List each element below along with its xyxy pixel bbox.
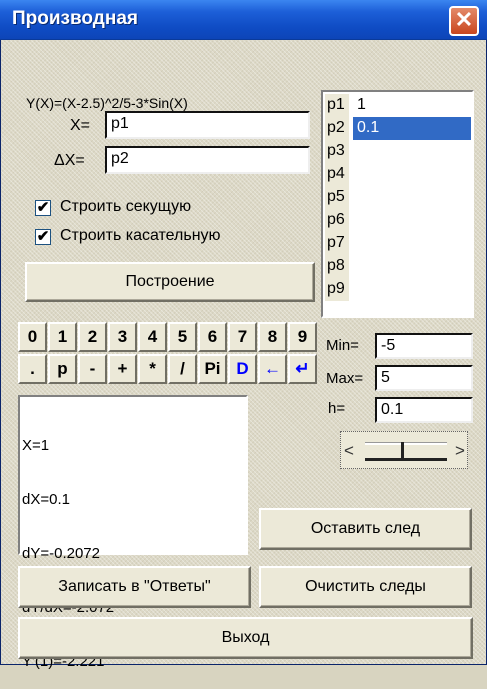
- result-line: dX=0.1: [22, 491, 70, 508]
- leave-trace-button[interactable]: Оставить след: [259, 508, 472, 550]
- key-minus[interactable]: -: [78, 354, 107, 384]
- param-name: p3: [325, 140, 349, 163]
- param-value[interactable]: [353, 186, 471, 209]
- key-5[interactable]: 5: [168, 322, 197, 352]
- h-slider[interactable]: < >: [340, 431, 468, 469]
- slider-thumb[interactable]: [401, 442, 404, 458]
- slider-track-top: [365, 442, 447, 445]
- param-value[interactable]: [353, 255, 471, 278]
- close-button[interactable]: ✕: [449, 6, 479, 36]
- key-divide[interactable]: /: [168, 354, 197, 384]
- key-0[interactable]: 0: [18, 322, 47, 352]
- key-pi[interactable]: Pi: [198, 354, 227, 384]
- key-d[interactable]: D: [228, 354, 257, 384]
- param-name: p4: [325, 163, 349, 186]
- max-label: Max=: [326, 370, 364, 387]
- results-output: X=1 dX=0.1 dY=-0.2072 dY/dX=-2.072 Y'(1)…: [18, 395, 248, 670]
- param-row[interactable]: p6: [325, 209, 471, 232]
- tangent-checkbox[interactable]: ✔: [35, 229, 51, 245]
- param-name: p2: [325, 117, 349, 140]
- secant-checkbox[interactable]: ✔: [35, 200, 51, 216]
- key-enter[interactable]: ↵: [288, 354, 317, 384]
- param-row[interactable]: p9: [325, 278, 471, 301]
- param-value[interactable]: [353, 278, 471, 301]
- param-name: p1: [325, 94, 349, 117]
- key-multiply[interactable]: *: [138, 354, 167, 384]
- param-row[interactable]: p4: [325, 163, 471, 186]
- param-row[interactable]: p7: [325, 232, 471, 255]
- param-value[interactable]: 0.1: [353, 117, 471, 140]
- min-label: Min=: [326, 337, 359, 354]
- slider-right-arrow[interactable]: >: [455, 441, 465, 461]
- param-row[interactable]: p5: [325, 186, 471, 209]
- formula-label: Y(X)=(X-2.5)^2/5-3*Sin(X): [26, 95, 188, 111]
- key-dot[interactable]: .: [18, 354, 47, 384]
- param-name: p6: [325, 209, 349, 232]
- min-input[interactable]: -5: [375, 333, 473, 359]
- h-input[interactable]: 0.1: [375, 397, 473, 423]
- dx-input[interactable]: p2: [105, 146, 310, 174]
- build-button[interactable]: Построение: [25, 262, 315, 302]
- param-value[interactable]: [353, 209, 471, 232]
- param-value[interactable]: 1: [353, 94, 471, 117]
- max-input[interactable]: 5: [375, 365, 473, 391]
- slider-left-arrow[interactable]: <: [344, 441, 354, 461]
- x-label: X=: [70, 117, 91, 134]
- exit-button[interactable]: Выход: [18, 617, 473, 659]
- key-1[interactable]: 1: [48, 322, 77, 352]
- key-8[interactable]: 8: [258, 322, 287, 352]
- secant-label: Строить секущую: [60, 198, 192, 215]
- key-7[interactable]: 7: [228, 322, 257, 352]
- key-6[interactable]: 6: [198, 322, 227, 352]
- param-row-selected[interactable]: p2 0.1: [325, 117, 471, 140]
- write-answers-button[interactable]: Записать в "Ответы": [18, 566, 251, 608]
- param-row[interactable]: p8: [325, 255, 471, 278]
- result-line: X=1: [22, 437, 50, 454]
- param-name: p5: [325, 186, 349, 209]
- param-row[interactable]: p1 1: [325, 94, 471, 117]
- x-input[interactable]: p1: [105, 111, 310, 139]
- key-plus[interactable]: +: [108, 354, 137, 384]
- title-bar[interactable]: Производная ✕: [0, 0, 487, 40]
- window-title: Производная: [12, 8, 138, 29]
- key-backspace[interactable]: ←: [258, 354, 287, 384]
- dx-label: ΔX=: [54, 152, 85, 169]
- slider-track: [365, 458, 447, 461]
- param-name: p7: [325, 232, 349, 255]
- param-value[interactable]: [353, 163, 471, 186]
- param-value[interactable]: [353, 232, 471, 255]
- parameter-list[interactable]: p1 1 p2 0.1 p3 p4 p5 p6 p7 p8 p9: [321, 90, 474, 318]
- key-3[interactable]: 3: [108, 322, 137, 352]
- tangent-label: Строить касательную: [60, 227, 221, 244]
- result-line: dY=-0.2072: [22, 545, 100, 562]
- key-2[interactable]: 2: [78, 322, 107, 352]
- param-value[interactable]: [353, 140, 471, 163]
- param-row[interactable]: p3: [325, 140, 471, 163]
- key-9[interactable]: 9: [288, 322, 317, 352]
- key-p[interactable]: p: [48, 354, 77, 384]
- h-label: h=: [328, 400, 346, 417]
- key-4[interactable]: 4: [138, 322, 167, 352]
- param-name: p8: [325, 255, 349, 278]
- clear-traces-button[interactable]: Очистить следы: [259, 566, 472, 608]
- param-name: p9: [325, 278, 349, 301]
